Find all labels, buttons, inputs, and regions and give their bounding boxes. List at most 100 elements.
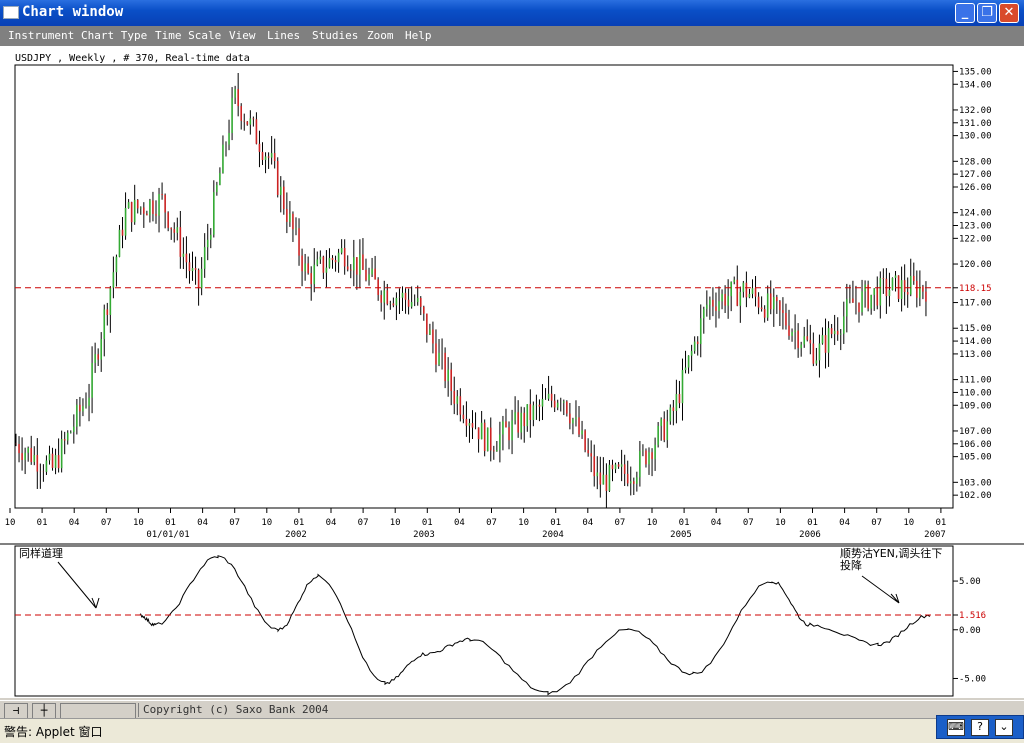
time-tick-label: 01 [550,518,561,528]
time-tick-label: 01 [165,518,176,528]
annotation-right-line2: 投降 [840,558,862,572]
indicator-line [139,555,931,696]
price-bars [15,72,927,509]
status-field [60,703,136,719]
menu-help[interactable]: Help [405,29,432,42]
price-tick-label: 130.00 [959,132,992,142]
price-tick-label: 126.00 [959,183,992,193]
price-tick-label: 127.00 [959,170,992,180]
time-tick-label: 04 [326,518,337,528]
applet-warning-text: 警告: Applet 窗口 [4,725,103,739]
menu-bar: Instrument Chart Type Time Scale View Li… [0,26,1024,46]
maximize-button[interactable]: ❐ [977,3,997,23]
year-label: 2006 [799,530,821,540]
menu-lines[interactable]: Lines [267,29,300,42]
indicator-tick-label: 1.516 [959,611,986,621]
pin-button[interactable]: ⊣ [4,703,28,719]
crosshair-button[interactable]: ┼ [32,703,56,719]
indicator-axis: 5.00 1.516 0.00 -5.00 [953,577,986,684]
price-tick-label: 111.00 [959,376,992,386]
time-axis: 10 01 04 07 10 01 04 07 10 01 04 07 10 01 04 07 10 01 04 07… [5,508,946,540]
close-button[interactable]: ✕ [999,3,1019,23]
time-tick-label: 04 [839,518,850,528]
window-icon [3,6,19,19]
time-tick-label: 10 [775,518,786,528]
minimize-button[interactable]: _ [955,3,975,23]
time-tick-label: 04 [582,518,593,528]
window-title: Chart window [22,4,124,20]
time-tick-label: 07 [358,518,369,528]
price-tick-label: 128.00 [959,157,992,167]
indicator-pane[interactable] [14,545,954,697]
year-label: 2002 [285,530,307,540]
time-tick-label: 01 [37,518,48,528]
time-tick-label: 04 [711,518,722,528]
time-tick-label: 10 [390,518,401,528]
price-tick-label: 123.00 [959,222,992,232]
price-tick-label: 109.00 [959,401,992,411]
time-tick-label: 01 [807,518,818,528]
time-tick-label: 10 [261,518,272,528]
applet-warning-bar: 警告: Applet 窗口 [0,718,1024,743]
time-tick-label: 10 [903,518,914,528]
price-tick-label: 107.00 [959,427,992,437]
menu-view[interactable]: View [229,29,256,42]
chart-area[interactable]: USDJPY , Weekly , # 370, Real-time data … [0,46,1024,698]
time-tick-label: 07 [101,518,112,528]
time-tick-label: 04 [454,518,465,528]
time-tick-label: 07 [229,518,240,528]
price-tick-label: 114.00 [959,337,992,347]
year-label: 2004 [542,530,564,540]
annotation-left-arrow [57,561,100,609]
price-axis: 135.00 134.00 132.00 131.00 130.00 128.00 127.… [953,67,992,501]
time-tick-label: 07 [614,518,625,528]
price-tick-label: 134.00 [959,80,992,90]
price-tick-label: 117.00 [959,299,992,309]
menu-zoom[interactable]: Zoom [367,29,394,42]
time-tick-label: 01 [679,518,690,528]
year-label: 2007 [924,530,946,540]
time-tick-label: 04 [197,518,208,528]
help-icon[interactable]: ? [971,719,989,736]
menu-instrument[interactable]: Instrument [8,29,74,42]
price-tick-label: 110.00 [959,388,992,398]
time-tick-label: 01 [935,518,946,528]
price-tick-label: 106.00 [959,440,992,450]
time-tick-label: 10 [133,518,144,528]
indicator-tick-label: 5.00 [959,577,981,587]
price-tick-label: 105.00 [959,453,992,463]
year-label: 01/01/01 [146,530,189,540]
time-tick-label: 07 [871,518,882,528]
annotation-left: 同样道理 [19,546,63,560]
price-tick-label: 124.00 [959,209,992,219]
year-label: 2003 [413,530,435,540]
price-tick-label: 120.00 [959,260,992,270]
price-tick-label: 102.00 [959,491,992,501]
time-tick-label: 07 [486,518,497,528]
menu-time-scale[interactable]: Time Scale [155,29,221,42]
time-tick-label: 07 [743,518,754,528]
price-tick-label: 103.00 [959,478,992,488]
time-tick-label: 10 [518,518,529,528]
price-tick-label: 122.00 [959,234,992,244]
time-tick-label: 04 [69,518,80,528]
price-tick-label: 135.00 [959,67,992,77]
annotation-right-arrow [861,575,900,604]
language-tray: ⌨ ? ⌄ [936,715,1024,739]
status-bar: ⊣ ┼ Copyright (c) Saxo Bank 2004 [0,700,1024,719]
year-label: 2005 [670,530,692,540]
annotation-right-line1: 顺势沽YEN,调头往下 [840,546,942,560]
indicator-tick-label: -5.00 [959,674,986,684]
time-tick-label: 01 [422,518,433,528]
menu-chart-type[interactable]: Chart Type [81,29,147,42]
chevron-down-icon[interactable]: ⌄ [995,719,1013,736]
indicator-tick-label: 0.00 [959,626,981,636]
keyboard-icon[interactable]: ⌨ [947,719,965,736]
price-tick-label: 131.00 [959,119,992,129]
price-tick-label: 118.15 [959,284,992,294]
chart-canvas[interactable]: USDJPY , Weekly , # 370, Real-time data … [0,46,1024,698]
price-tick-label: 115.00 [959,324,992,334]
title-bar: Chart window _ ❐ ✕ [0,0,1024,26]
time-tick-label: 10 [647,518,658,528]
menu-studies[interactable]: Studies [312,29,358,42]
